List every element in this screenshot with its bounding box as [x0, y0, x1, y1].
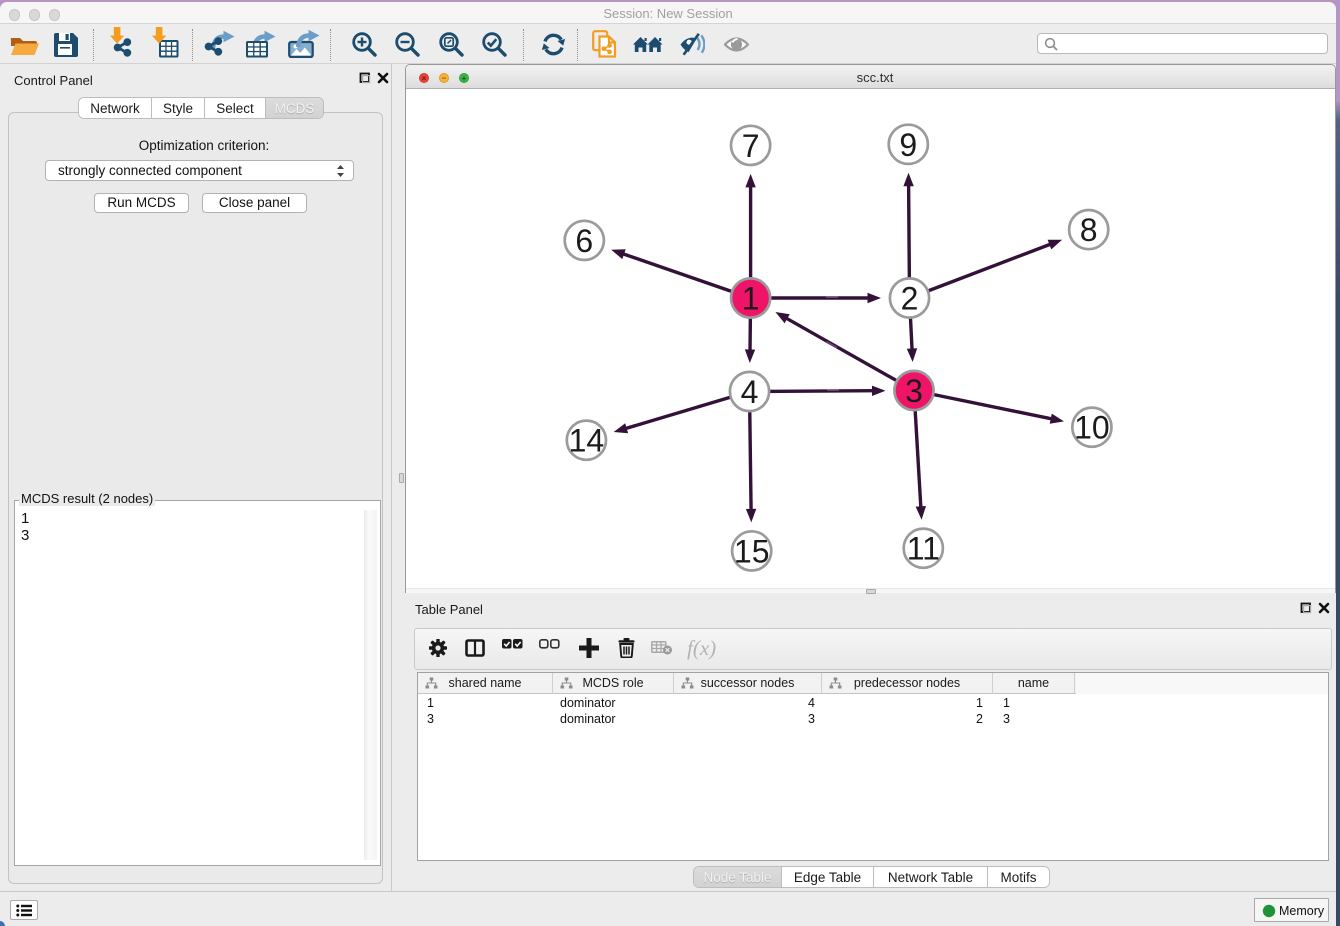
svg-text:11: 11	[907, 531, 940, 567]
svg-text:10: 10	[1074, 410, 1110, 446]
svg-text:9: 9	[899, 127, 917, 163]
svg-text:7: 7	[742, 128, 760, 164]
svg-text:1: 1	[742, 281, 760, 317]
svg-text:8: 8	[1080, 212, 1098, 248]
svg-text:2: 2	[901, 281, 919, 317]
svg-text:14: 14	[569, 423, 605, 459]
svg-text:4: 4	[741, 374, 759, 410]
svg-text:6: 6	[575, 223, 593, 259]
svg-text:3: 3	[905, 373, 923, 409]
svg-text:15: 15	[734, 533, 770, 569]
